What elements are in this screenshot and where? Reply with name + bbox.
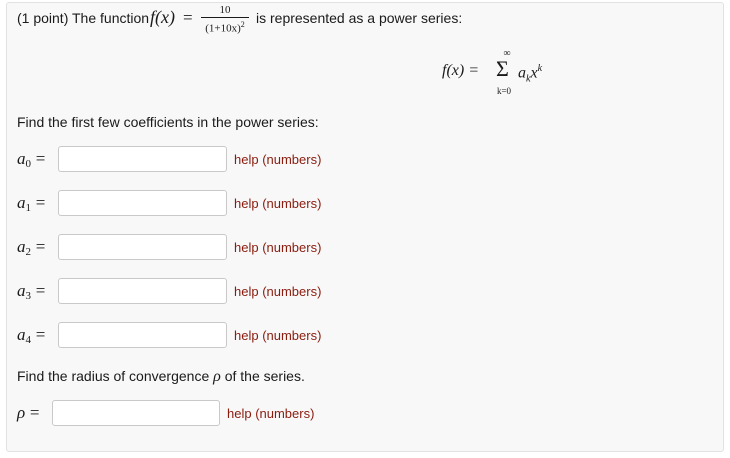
- a2-help-link[interactable]: help (numbers): [234, 240, 321, 255]
- radius-input[interactable]: [52, 400, 220, 426]
- coefficient-label-a0: a0 =: [17, 149, 46, 170]
- a4-input[interactable]: [58, 322, 227, 348]
- fraction-numerator: 10: [219, 4, 231, 16]
- fraction: 10 (1+10x)2: [201, 4, 249, 35]
- series-term: akxk: [518, 63, 543, 85]
- a0-help-link[interactable]: help (numbers): [234, 152, 321, 167]
- radius-prompt: Find the radius of convergence ρ of the …: [17, 368, 305, 385]
- a1-help-link[interactable]: help (numbers): [234, 196, 321, 211]
- a0-input[interactable]: [58, 146, 227, 172]
- a2-input[interactable]: [58, 234, 227, 260]
- coefficient-label-a1: a1 =: [17, 193, 46, 214]
- coefficient-label-a2: a2 =: [17, 237, 46, 258]
- a4-help-link[interactable]: help (numbers): [234, 328, 321, 343]
- fraction-bar: [201, 17, 249, 18]
- series-statement: is represented as a power series:: [256, 10, 463, 26]
- equals-sign: =: [183, 8, 193, 27]
- sum-symbol: Σ: [496, 56, 509, 81]
- sum-lower-limit: k=0: [496, 86, 512, 96]
- radius-label: ρ =: [17, 403, 40, 422]
- a3-input[interactable]: [58, 278, 227, 304]
- coefficient-label-a4: a4 =: [17, 325, 46, 346]
- fraction-denominator: (1+10x)2: [205, 20, 245, 35]
- lead-text: The function: [72, 10, 150, 26]
- coefficient-label-a3: a3 =: [17, 281, 46, 302]
- problem-header: (1 point) The function: [17, 10, 149, 26]
- radius-help-link[interactable]: help (numbers): [227, 406, 314, 421]
- coefficients-prompt: Find the first few coefficients in the p…: [17, 114, 319, 130]
- points-label: (1 point): [17, 10, 69, 26]
- series-lhs: f(x) =: [442, 62, 479, 79]
- function-name: f(x): [150, 7, 175, 27]
- a3-help-link[interactable]: help (numbers): [234, 284, 321, 299]
- a1-input[interactable]: [58, 190, 227, 216]
